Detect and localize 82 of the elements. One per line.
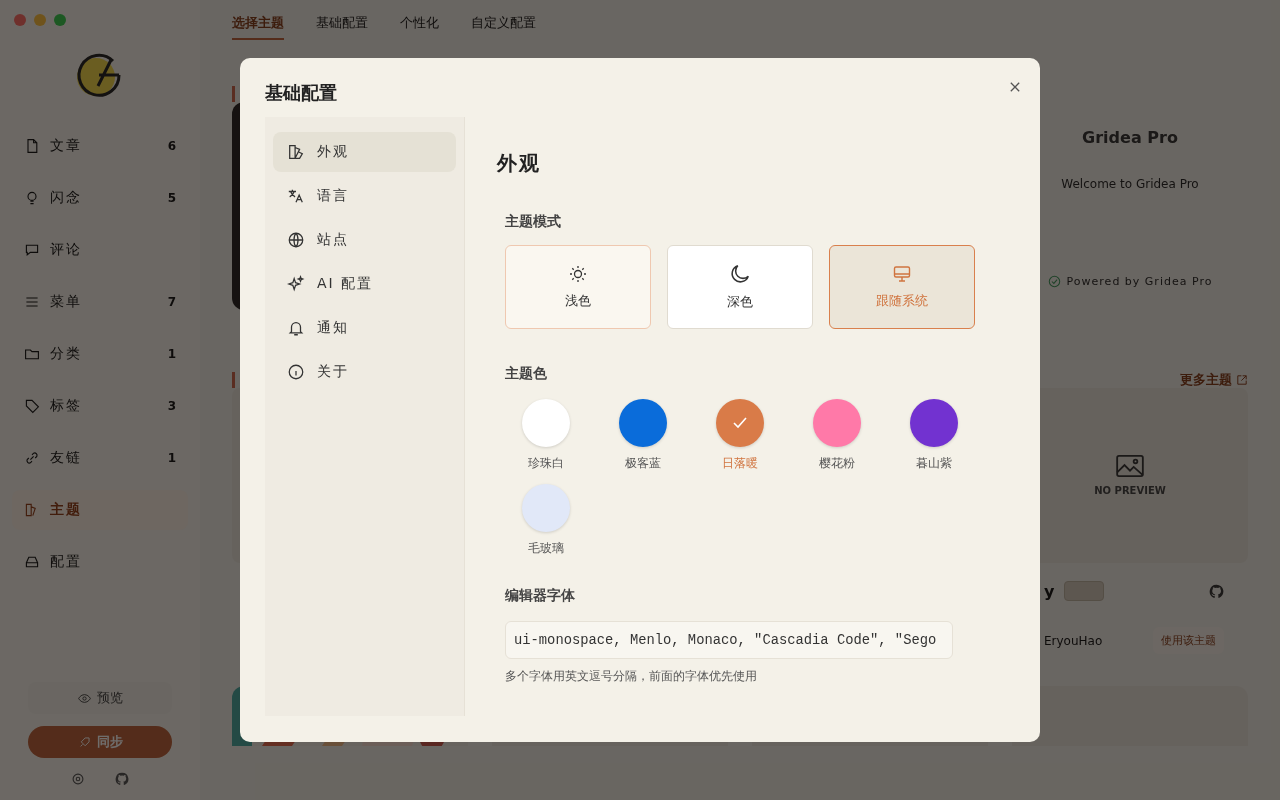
item-count: 1 bbox=[167, 347, 176, 361]
item-count: 6 bbox=[167, 139, 176, 153]
moon-icon bbox=[729, 263, 751, 285]
nav-item-icon bbox=[287, 143, 305, 161]
swatch-label: 暮山紫 bbox=[915, 455, 952, 472]
version-badge bbox=[1064, 581, 1105, 601]
sync-button[interactable]: 同步 bbox=[28, 726, 172, 758]
nav-item-icon bbox=[287, 319, 305, 337]
monitor-icon bbox=[892, 264, 912, 284]
theme-mode-option[interactable]: 深色 bbox=[667, 245, 813, 329]
tab[interactable]: 自定义配置 bbox=[471, 8, 536, 40]
color-swatch[interactable] bbox=[521, 399, 570, 447]
sidebar-item[interactable]: 评论 bbox=[12, 230, 188, 270]
tab[interactable]: 基础配置 bbox=[316, 8, 368, 40]
field-label: 编辑器字体 bbox=[505, 587, 575, 605]
nav-item[interactable]: AI 配置 bbox=[273, 264, 456, 304]
github-icon[interactable] bbox=[115, 772, 129, 786]
tab[interactable]: 个性化 bbox=[400, 8, 439, 40]
nav-item-icon bbox=[287, 363, 305, 381]
sun-icon bbox=[568, 264, 588, 284]
sidebar-item-icon bbox=[24, 346, 40, 362]
item-count: 1 bbox=[167, 451, 176, 465]
sidebar-item-icon bbox=[24, 398, 40, 414]
section-title: 外观 bbox=[497, 150, 541, 177]
sidebar-item[interactable]: 文章 6 bbox=[12, 126, 188, 166]
theme-name: y bbox=[1044, 581, 1055, 601]
theme-mode-option[interactable]: 浅色 bbox=[505, 245, 651, 329]
sidebar-item-icon bbox=[24, 190, 40, 206]
sidebar-item-icon bbox=[24, 450, 40, 466]
sidebar-item[interactable]: 闪念 5 bbox=[12, 178, 188, 218]
close-window-icon[interactable] bbox=[14, 14, 26, 26]
swatch-label: 樱花粉 bbox=[818, 455, 855, 472]
github-icon[interactable] bbox=[1209, 583, 1224, 599]
sidebar-item-icon bbox=[24, 554, 40, 570]
nav-item[interactable]: 站点 bbox=[273, 220, 456, 260]
font-input-field[interactable]: ui-monospace, Menlo, Monaco, "Cascadia Code", "Sego bbox=[505, 621, 953, 659]
item-count: 5 bbox=[167, 191, 176, 205]
sidebar-item[interactable]: 友链 1 bbox=[12, 438, 188, 478]
image-icon bbox=[1116, 455, 1144, 477]
color-swatch[interactable] bbox=[812, 399, 861, 447]
color-swatch[interactable] bbox=[521, 484, 570, 532]
field-hint: 多个字体用英文逗号分隔，前面的字体优先使用 bbox=[505, 668, 757, 685]
color-swatch[interactable] bbox=[715, 399, 764, 447]
theme-subtitle: Welcome to Gridea Pro bbox=[1061, 177, 1199, 191]
color-swatch[interactable] bbox=[909, 399, 958, 447]
powered-by-text: Powered by Gridea Pro bbox=[1066, 275, 1213, 288]
sidebar-item-icon bbox=[24, 138, 40, 154]
sidebar-item[interactable]: 菜单 7 bbox=[12, 282, 188, 322]
item-count: 3 bbox=[167, 399, 176, 413]
swatch-label: 极客蓝 bbox=[624, 455, 661, 472]
field-label: 主题模式 bbox=[505, 213, 561, 231]
external-link-icon bbox=[1236, 374, 1248, 386]
dialog-title: 基础配置 bbox=[265, 81, 337, 105]
sidebar-item-icon bbox=[24, 242, 40, 258]
color-swatch[interactable] bbox=[618, 399, 667, 447]
settings-icon[interactable] bbox=[71, 772, 85, 786]
nav-item-icon bbox=[287, 275, 305, 293]
tab[interactable]: 选择主题 bbox=[232, 8, 284, 40]
theme-title: Gridea Pro bbox=[1082, 128, 1178, 147]
nav-item[interactable]: 通知 bbox=[273, 308, 456, 348]
theme-author: EryouHao bbox=[1044, 633, 1103, 648]
sidebar-item[interactable]: 配置 bbox=[12, 542, 188, 582]
eye-icon bbox=[77, 691, 91, 705]
theme-mode-option[interactable]: 跟随系统 bbox=[829, 245, 975, 329]
nav-item[interactable]: 关于 bbox=[273, 352, 456, 392]
swatch-label: 珍珠白 bbox=[527, 455, 564, 472]
swatch-label: 毛玻璃 bbox=[527, 540, 564, 557]
nav-item[interactable]: 外观 bbox=[273, 132, 456, 172]
nav-item-icon bbox=[287, 231, 305, 249]
check-circle-icon bbox=[1047, 275, 1061, 288]
zoom-window-icon[interactable] bbox=[54, 14, 66, 26]
sidebar-item[interactable]: 分类 1 bbox=[12, 334, 188, 374]
nav-item-icon bbox=[287, 187, 305, 205]
close-icon[interactable] bbox=[1008, 80, 1022, 94]
field-label: 主题色 bbox=[505, 365, 547, 383]
sidebar-item[interactable]: 标签 3 bbox=[12, 386, 188, 426]
nav-item[interactable]: 语言 bbox=[273, 176, 456, 216]
more-themes-link[interactable]: 更多主题 bbox=[1180, 371, 1248, 389]
no-preview-text: NO PREVIEW bbox=[1094, 485, 1166, 496]
item-count: 7 bbox=[167, 295, 176, 309]
sidebar-item-icon bbox=[24, 294, 40, 310]
swatch-label: 日落暖 bbox=[721, 455, 758, 472]
